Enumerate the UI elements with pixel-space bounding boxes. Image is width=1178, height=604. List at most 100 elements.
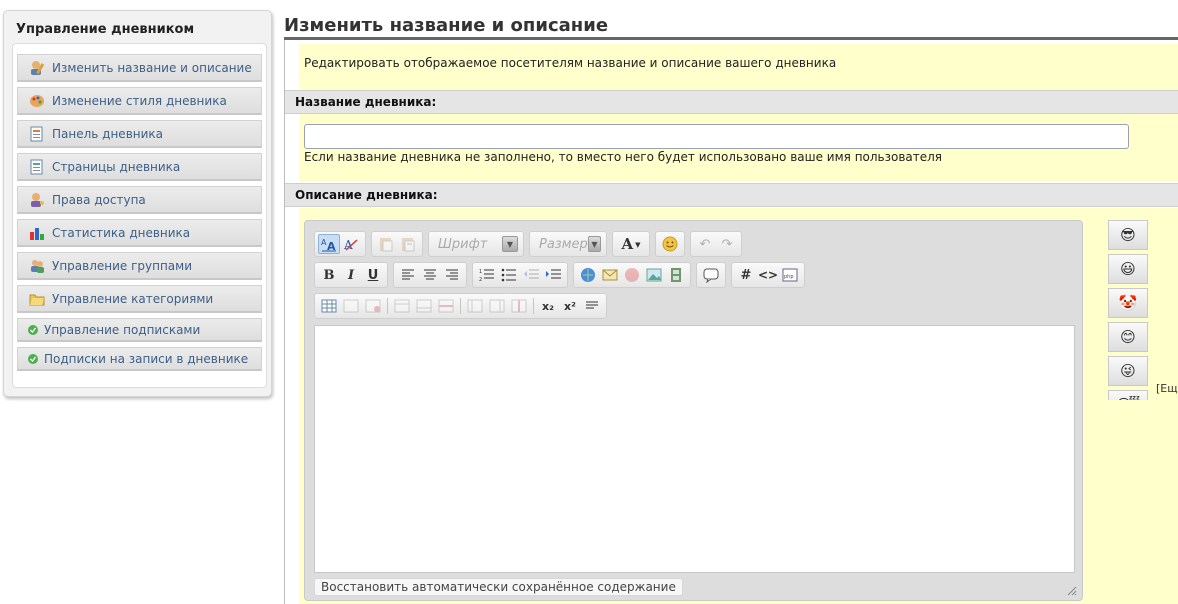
sidebar-item-subscriptions[interactable]: Управление подписками [17,318,262,342]
sidebar-item-change-name[interactable]: Изменить название и описание [17,54,262,82]
sidebar-menu: Изменить название и описание Изменение с… [12,43,267,388]
table-props-icon[interactable] [340,296,362,316]
numbered-list-icon[interactable]: 12 [476,265,498,285]
chevron-down-icon: ▼ [587,236,601,252]
redo-icon[interactable]: ↷ [716,234,738,254]
smiley-sleepy-icon[interactable]: 😴 [1108,390,1148,400]
link-icon[interactable] [577,265,599,285]
table-delete-icon[interactable] [362,296,384,316]
image-icon[interactable] [643,265,665,285]
diary-name-input[interactable] [304,124,1129,149]
toolbar-group-size: Размер ▼ [529,231,607,257]
toolbar-group-align [393,262,467,288]
col-after-icon[interactable] [486,296,508,316]
sidebar-item-style[interactable]: Изменение стиля дневника [17,87,262,115]
smiley-cool-icon[interactable]: 😎 [1108,220,1148,250]
underline-button[interactable]: U [362,265,384,285]
table-icon[interactable] [318,296,340,316]
check-dot-icon [28,353,38,364]
outdent-icon[interactable] [520,265,542,285]
align-left-icon[interactable] [397,265,419,285]
row-after-icon[interactable] [413,296,435,316]
check-dot-icon [28,324,38,335]
font-combo-label: Шрифт [438,236,488,252]
smiley-clown-icon[interactable]: 🤡 [1108,288,1148,318]
svg-text:1: 1 [479,269,482,275]
toolbar-group-clipboard [371,231,423,257]
smiley-tongue-icon[interactable]: 😜 [1108,356,1148,386]
unlink-icon[interactable] [621,265,643,285]
description-section-label: Описание дневника: [285,183,1178,207]
pages-icon [28,159,46,175]
quote-icon[interactable] [700,265,722,285]
sidebar-item-label: Панель дневника [52,126,164,141]
smiley-happy-icon[interactable]: 😃 [1108,254,1148,284]
horizontal-rule-icon[interactable] [581,296,603,316]
smiley-smile-icon[interactable]: 😊 [1108,322,1148,352]
toolbar-separator [387,298,388,314]
col-delete-icon[interactable] [508,296,530,316]
undo-icon[interactable]: ↶ [694,234,716,254]
folders-icon [28,291,46,307]
email-icon[interactable] [599,265,621,285]
spellcheck-icon[interactable]: AA [318,234,340,254]
paste-icon[interactable] [375,234,397,254]
sidebar-item-access[interactable]: Права доступа [17,186,262,214]
sidebar-item-stats[interactable]: Статистика дневника [17,219,262,247]
sidebar-item-label: Управление подписками [44,322,201,337]
text-color-button[interactable]: A ▼ [616,234,646,254]
remove-format-icon[interactable]: A [340,234,362,254]
superscript-button[interactable]: x² [559,296,581,316]
font-size-select[interactable]: Размер ▼ [533,234,603,254]
toolbar-row-2: B I U 12 # <> php [314,262,810,288]
more-smileys-link[interactable]: [Ещё] [1156,382,1178,395]
code-button[interactable]: <> [757,265,779,285]
sidebar-item-label: Управление категориями [52,291,214,306]
php-icon[interactable]: php [779,265,801,285]
smiley-icon[interactable] [659,234,681,254]
toolbar-group-lists: 12 [472,262,568,288]
hash-button[interactable]: # [735,265,757,285]
bullet-list-icon[interactable] [498,265,520,285]
row-delete-icon[interactable] [435,296,457,316]
chevron-down-icon: ▼ [635,239,641,249]
name-hint: Если название дневника не заполнено, то … [304,150,943,164]
font-family-select[interactable]: Шрифт ▼ [432,234,520,254]
toolbar-group-style: B I U [314,262,388,288]
chevron-down-icon: ▼ [502,236,518,252]
video-icon[interactable] [665,265,687,285]
size-combo-label: Размер [539,236,588,252]
toolbar-row-1: AA A Шрифт ▼ Размер ▼ A ▼ ↶ ↷ [314,231,747,257]
user-edit-icon [28,60,46,76]
sidebar-item-label: Страницы дневника [52,159,181,174]
toolbar-group-insert [573,262,691,288]
sidebar-item-panel[interactable]: Панель дневника [17,120,262,148]
align-right-icon[interactable] [441,265,463,285]
toolbar-group-color: A ▼ [612,231,650,257]
italic-button[interactable]: I [340,265,362,285]
subscript-button[interactable]: x₂ [537,296,559,316]
paste-text-icon[interactable] [397,234,419,254]
col-before-icon[interactable] [464,296,486,316]
users-icon [28,258,46,274]
panel-icon [28,126,46,142]
sidebar-item-groups[interactable]: Управление группами [17,252,262,280]
sidebar-item-categories[interactable]: Управление категориями [17,285,262,313]
toolbar-group-format: AA A [314,231,366,257]
editor-content-area[interactable] [314,325,1075,573]
indent-icon[interactable] [542,265,564,285]
name-section-label: Название дневника: [285,90,1178,114]
text-color-label: A [621,235,634,253]
row-before-icon[interactable] [391,296,413,316]
sidebar-item-label: Изменение стиля дневника [52,93,227,108]
resize-handle-icon[interactable] [1065,584,1077,596]
sidebar-item-label: Управление группами [52,258,193,273]
sidebar-item-label: Изменить название и описание [52,60,252,75]
toolbar-group-code: # <> php [731,262,805,288]
bold-button[interactable]: B [318,265,340,285]
sidebar-item-post-subscriptions[interactable]: Подписки на записи в дневнике [17,347,262,371]
rich-text-editor: AA A Шрифт ▼ Размер ▼ A ▼ ↶ ↷ B I U 1 2 … [304,220,1083,601]
sidebar-item-pages[interactable]: Страницы дневника [17,153,262,181]
restore-autosave-button[interactable]: Восстановить автоматически сохранённое с… [314,578,683,596]
align-center-icon[interactable] [419,265,441,285]
